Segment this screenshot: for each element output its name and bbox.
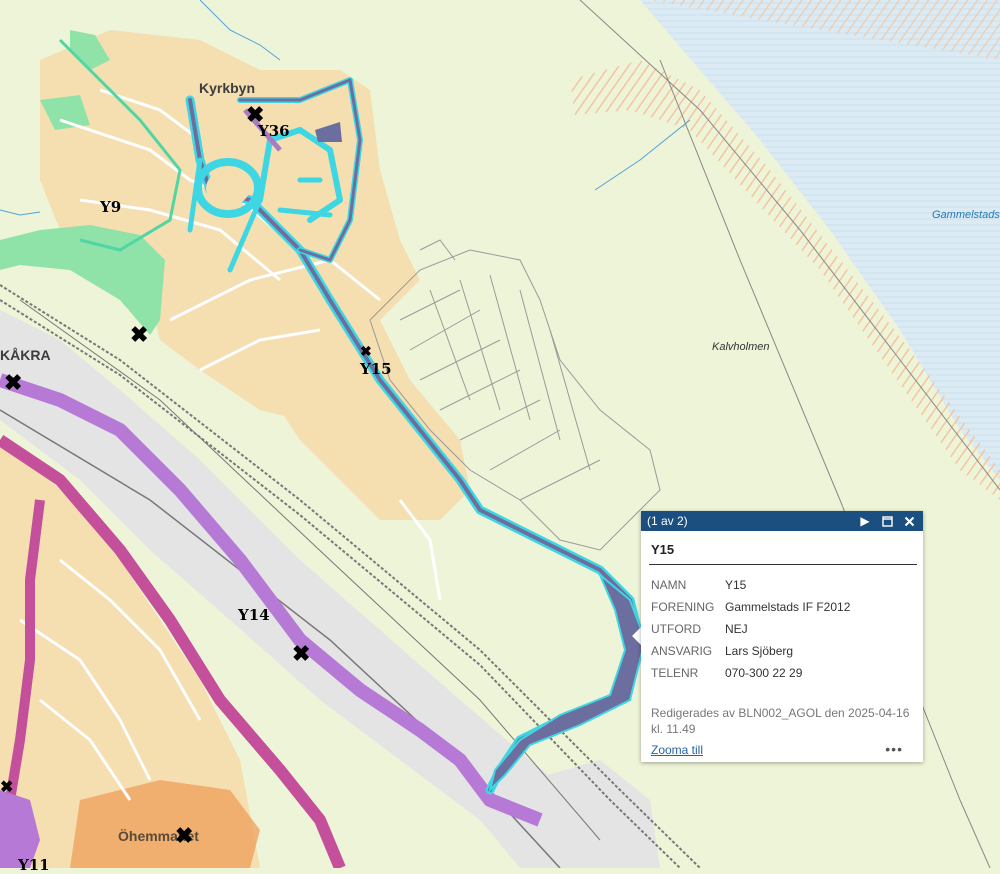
attribute-row: NAMN Y15: [651, 574, 850, 596]
attribute-key: TELENR: [651, 666, 699, 680]
attribute-value: NEJ: [725, 622, 748, 636]
label-kakra: KÅKRA: [0, 347, 51, 363]
attribute-key: UTFORD: [651, 622, 701, 636]
attribute-value: Lars Sjöberg: [725, 644, 794, 658]
close-icon[interactable]: [901, 513, 917, 529]
popup-header: (1 av 2) ▶: [641, 511, 923, 531]
attribute-key: NAMN: [651, 578, 687, 592]
zoom-to-link[interactable]: Zooma till: [651, 743, 703, 757]
label-kyrkbyn: Kyrkbyn: [199, 80, 256, 96]
attribute-row: ANSVARIG Lars Sjöberg: [651, 640, 850, 662]
maximize-icon[interactable]: [879, 513, 895, 529]
label-y11: Y11: [18, 856, 50, 874]
attribute-key: FORENING: [651, 600, 715, 614]
marker-ohemmanet-icon[interactable]: ✖: [175, 825, 193, 847]
attribute-value: 070-300 22 29: [725, 666, 803, 680]
attribute-value: Y15: [725, 578, 747, 592]
roundabout-center: [206, 170, 250, 206]
marker-y9-icon[interactable]: ✖: [130, 324, 148, 346]
more-options-icon[interactable]: •••: [885, 741, 903, 757]
attribute-row: FORENING Gammelstads IF F2012: [651, 596, 850, 618]
marker-y15-icon[interactable]: ✖: [360, 344, 372, 358]
marker-y14-icon[interactable]: ✖: [292, 643, 310, 665]
label-y9: Y9: [100, 198, 122, 216]
popup-edit-info: Redigerades av BLN002_AGOL den 2025-04-1…: [651, 706, 910, 736]
label-y14: Y14: [238, 606, 270, 624]
label-y15: Y15: [360, 360, 392, 378]
popup-title: Y15: [651, 542, 675, 557]
label-kalvholmen: Kalvholmen: [712, 341, 770, 353]
label-gammelstads: Gammelstads: [932, 209, 1000, 221]
attribute-key: ANSVARIG: [651, 644, 713, 658]
play-icon[interactable]: ▶: [857, 513, 873, 529]
popup-divider: [649, 564, 917, 565]
marker-kakra-icon[interactable]: ✖: [4, 372, 22, 394]
popup-attribute-table: NAMN Y15 FORENING Gammelstads IF F2012 U…: [651, 574, 850, 684]
attribute-value: Gammelstads IF F2012: [725, 600, 851, 614]
attribute-row: TELENR 070-300 22 29: [651, 662, 850, 684]
feature-popup: (1 av 2) ▶ Y15 NAMN Y15 FORENING Gammels…: [641, 511, 923, 762]
marker-y36-icon[interactable]: ✖: [246, 104, 264, 126]
attribute-row: UTFORD NEJ: [651, 618, 850, 640]
popup-pager: (1 av 2): [647, 514, 688, 528]
marker-sw-icon[interactable]: ✖: [0, 780, 13, 796]
